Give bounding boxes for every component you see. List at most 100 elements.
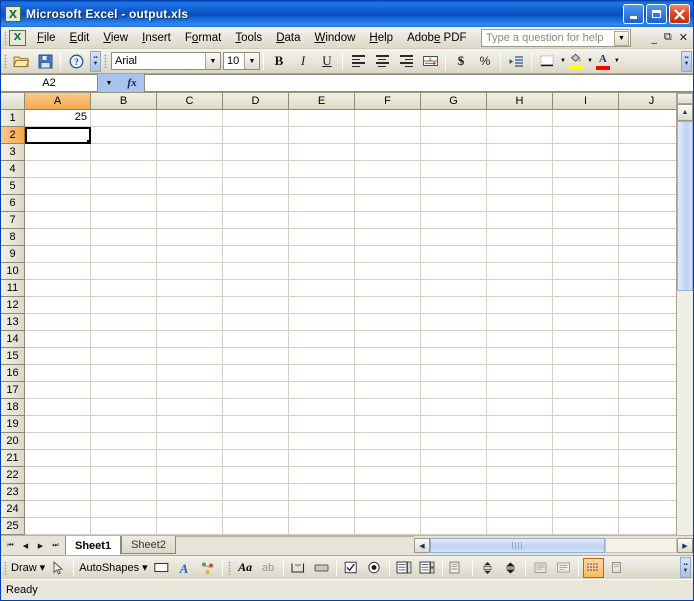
draw-menu-button[interactable]: Draw ▾ — [9, 561, 47, 575]
cell-I25[interactable] — [553, 518, 619, 535]
fill-color-button[interactable] — [566, 51, 586, 72]
cell-G20[interactable] — [421, 433, 487, 450]
cell-D4[interactable] — [223, 161, 289, 178]
cell-A13[interactable] — [25, 314, 91, 331]
document-minimize-button[interactable]: _ — [651, 31, 657, 44]
cell-E4[interactable] — [289, 161, 355, 178]
diagram-button[interactable] — [197, 558, 218, 578]
menu-view[interactable]: View — [96, 29, 135, 47]
cell-B7[interactable] — [91, 212, 157, 229]
sheet-tab-sheet2[interactable]: Sheet2 — [121, 536, 176, 554]
cell-I16[interactable] — [553, 365, 619, 382]
cell-G1[interactable] — [421, 110, 487, 127]
cell-J5[interactable] — [619, 178, 676, 195]
cell-E12[interactable] — [289, 297, 355, 314]
cell-A16[interactable] — [25, 365, 91, 382]
align-right-button[interactable] — [395, 51, 417, 72]
cell-H17[interactable] — [487, 382, 553, 399]
cell-C20[interactable] — [157, 433, 223, 450]
cell-I3[interactable] — [553, 144, 619, 161]
cell-G6[interactable] — [421, 195, 487, 212]
cell-H19[interactable] — [487, 416, 553, 433]
cell-J4[interactable] — [619, 161, 676, 178]
cell-F20[interactable] — [355, 433, 421, 450]
row-header-15[interactable]: 15 — [1, 348, 25, 365]
cell-E15[interactable] — [289, 348, 355, 365]
document-close-button[interactable]: ✕ — [679, 31, 688, 44]
cell-F11[interactable] — [355, 280, 421, 297]
cell-J14[interactable] — [619, 331, 676, 348]
cell-B4[interactable] — [91, 161, 157, 178]
view-code-icon[interactable] — [553, 558, 574, 578]
column-header-J[interactable]: J — [619, 93, 676, 110]
column-header-B[interactable]: B — [91, 93, 157, 110]
cell-B22[interactable] — [91, 467, 157, 484]
cell-D3[interactable] — [223, 144, 289, 161]
row-header-5[interactable]: 5 — [1, 178, 25, 195]
column-header-A[interactable]: A — [25, 93, 91, 110]
cell-J21[interactable] — [619, 450, 676, 467]
vertical-split-handle[interactable] — [677, 93, 693, 104]
formsbar-grip[interactable] — [226, 559, 234, 577]
cell-D17[interactable] — [223, 382, 289, 399]
cell-C17[interactable] — [157, 382, 223, 399]
row-header-4[interactable]: 4 — [1, 161, 25, 178]
cell-E6[interactable] — [289, 195, 355, 212]
cell-I11[interactable] — [553, 280, 619, 297]
cell-C4[interactable] — [157, 161, 223, 178]
column-header-G[interactable]: G — [421, 93, 487, 110]
cell-E8[interactable] — [289, 229, 355, 246]
cell-C2[interactable] — [157, 127, 223, 144]
cell-J9[interactable] — [619, 246, 676, 263]
cell-A20[interactable] — [25, 433, 91, 450]
toggle-grid-icon[interactable] — [582, 557, 604, 578]
cell-C5[interactable] — [157, 178, 223, 195]
cell-B1[interactable] — [91, 110, 157, 127]
cell-D14[interactable] — [223, 331, 289, 348]
cell-H18[interactable] — [487, 399, 553, 416]
scroll-up-button[interactable]: ▲ — [677, 104, 693, 121]
cell-C16[interactable] — [157, 365, 223, 382]
cell-B9[interactable] — [91, 246, 157, 263]
cell-J23[interactable] — [619, 484, 676, 501]
cell-I10[interactable] — [553, 263, 619, 280]
cell-C21[interactable] — [157, 450, 223, 467]
cell-A11[interactable] — [25, 280, 91, 297]
sheet-tab-sheet1[interactable]: Sheet1 — [65, 536, 122, 555]
help-question-icon[interactable]: ? — [65, 51, 87, 72]
rectangle-button[interactable] — [151, 558, 172, 578]
column-header-H[interactable]: H — [487, 93, 553, 110]
cell-G15[interactable] — [421, 348, 487, 365]
menu-file[interactable]: File — [30, 29, 63, 47]
checkbox-icon[interactable] — [341, 558, 362, 578]
cell-C6[interactable] — [157, 195, 223, 212]
cell-D11[interactable] — [223, 280, 289, 297]
currency-button[interactable]: $ — [450, 51, 472, 72]
cell-D1[interactable] — [223, 110, 289, 127]
cell-G14[interactable] — [421, 331, 487, 348]
cell-F6[interactable] — [355, 195, 421, 212]
cell-C12[interactable] — [157, 297, 223, 314]
toolbar-grip-formatting[interactable] — [101, 52, 109, 70]
cell-B23[interactable] — [91, 484, 157, 501]
cell-G4[interactable] — [421, 161, 487, 178]
cell-G7[interactable] — [421, 212, 487, 229]
cell-B14[interactable] — [91, 331, 157, 348]
column-header-E[interactable]: E — [289, 93, 355, 110]
column-header-D[interactable]: D — [223, 93, 289, 110]
cell-H7[interactable] — [487, 212, 553, 229]
cell-I19[interactable] — [553, 416, 619, 433]
drawbar-overflow[interactable]: ▪▪ ▼ — [680, 557, 691, 578]
cell-H24[interactable] — [487, 501, 553, 518]
font-size-input[interactable]: 10 ▼ — [223, 52, 260, 70]
cell-D19[interactable] — [223, 416, 289, 433]
cell-E1[interactable] — [289, 110, 355, 127]
properties-icon[interactable] — [530, 558, 551, 578]
cell-I21[interactable] — [553, 450, 619, 467]
cell-D22[interactable] — [223, 467, 289, 484]
cell-D20[interactable] — [223, 433, 289, 450]
cell-I20[interactable] — [553, 433, 619, 450]
horizontal-scrollbar[interactable]: ◀ |||| ▶ — [414, 536, 693, 555]
cell-E7[interactable] — [289, 212, 355, 229]
row-header-25[interactable]: 25 — [1, 518, 25, 535]
